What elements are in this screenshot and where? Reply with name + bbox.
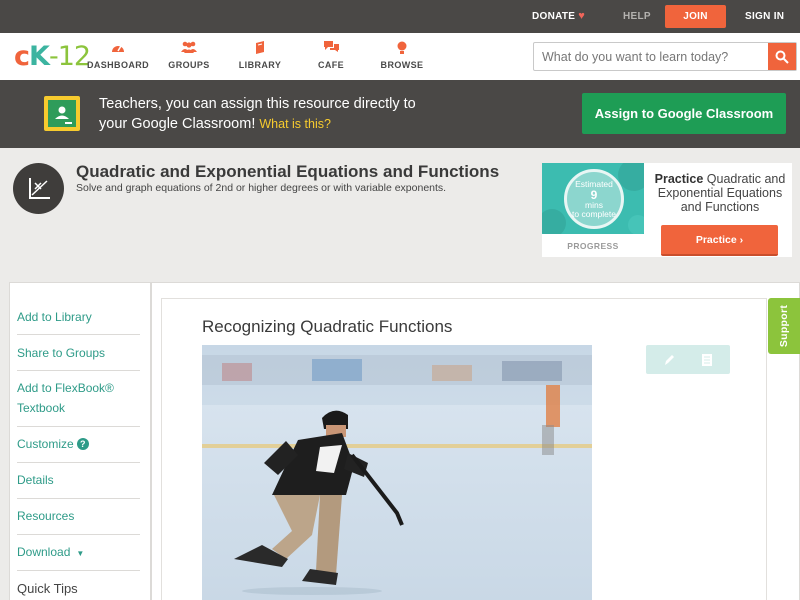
caret-down-icon: ▼ xyxy=(76,549,85,558)
pencil-icon xyxy=(665,355,674,365)
practice-button[interactable]: Practice › xyxy=(661,225,778,256)
dashboard-icon xyxy=(83,41,153,55)
lesson-tools xyxy=(646,345,730,374)
concept-graph-icon xyxy=(13,163,64,214)
support-tab[interactable]: Support xyxy=(768,298,800,354)
lesson-title: Recognizing Quadratic Functions xyxy=(202,317,453,336)
search-button[interactable] xyxy=(768,43,796,70)
quick-tips-heading: Quick Tips xyxy=(17,581,78,596)
practice-progress-art: Estimated 9 mins to complete xyxy=(542,163,644,234)
sidebar-customize[interactable]: Customize? xyxy=(17,427,140,463)
practice-description: Practice Quadratic and Exponential Equat… xyxy=(654,172,786,214)
resource-sidebar: Add to Library Share to Groups Add to Fl… xyxy=(9,282,151,600)
help-link[interactable]: HELP xyxy=(623,0,651,33)
practice-card: Estimated 9 mins to complete PROGRESS Pr… xyxy=(542,163,792,257)
groups-icon xyxy=(154,41,224,55)
donate-link[interactable]: DONATE ♥ xyxy=(532,0,585,33)
annotate-button[interactable] xyxy=(660,351,678,369)
main-nav-bar: cK-12 DASHBOARD GROUPS LIBRARY CAFE BROW… xyxy=(0,33,800,80)
assign-to-google-classroom-button[interactable]: Assign to Google Classroom xyxy=(582,93,786,134)
classroom-message: Teachers, you can assign this resource d… xyxy=(99,96,416,132)
browse-icon xyxy=(367,41,437,55)
sidebar-details[interactable]: Details xyxy=(17,463,140,499)
chevron-right-icon: › xyxy=(739,234,744,246)
progress-label: PROGRESS xyxy=(567,241,619,251)
sidebar-add-to-flexbook[interactable]: Add to FlexBook® Textbook xyxy=(17,371,140,427)
nav-browse[interactable]: BROWSE xyxy=(367,41,437,70)
google-classroom-banner: Teachers, you can assign this resource d… xyxy=(0,80,800,148)
top-utility-bar: DONATE ♥ HELP JOIN SIGN IN xyxy=(0,0,800,33)
notes-button[interactable] xyxy=(698,351,716,369)
ck12-logo[interactable]: cK-12 xyxy=(14,42,91,72)
sign-in-link[interactable]: SIGN IN xyxy=(745,0,784,33)
nav-dashboard[interactable]: DASHBOARD xyxy=(83,41,153,70)
search-icon xyxy=(775,50,789,64)
search-box xyxy=(533,42,797,71)
what-is-this-link[interactable]: What is this? xyxy=(259,117,331,131)
nav-cafe[interactable]: CAFE xyxy=(296,41,366,70)
google-classroom-icon xyxy=(44,96,80,131)
cafe-icon xyxy=(296,41,366,55)
sidebar-add-to-library[interactable]: Add to Library xyxy=(17,299,140,335)
estimated-time-badge: Estimated 9 mins to complete xyxy=(564,169,624,229)
library-icon xyxy=(225,41,295,55)
sidebar-download[interactable]: Download ▼ xyxy=(17,535,140,571)
help-icon[interactable]: ? xyxy=(76,438,89,450)
nav-groups[interactable]: GROUPS xyxy=(154,41,224,70)
concept-subtitle: Solve and graph equations of 2nd or high… xyxy=(76,182,447,194)
notes-icon xyxy=(702,354,712,366)
join-button[interactable]: JOIN xyxy=(665,5,726,28)
lesson-photo-hockey-player xyxy=(202,345,592,600)
sidebar-share-to-groups[interactable]: Share to Groups xyxy=(17,335,140,371)
search-input[interactable] xyxy=(534,43,770,70)
concept-title: Quadratic and Exponential Equations and … xyxy=(76,162,500,181)
nav-library[interactable]: LIBRARY xyxy=(225,41,295,70)
sidebar-resources[interactable]: Resources xyxy=(17,499,140,535)
heart-icon: ♥ xyxy=(578,10,586,22)
